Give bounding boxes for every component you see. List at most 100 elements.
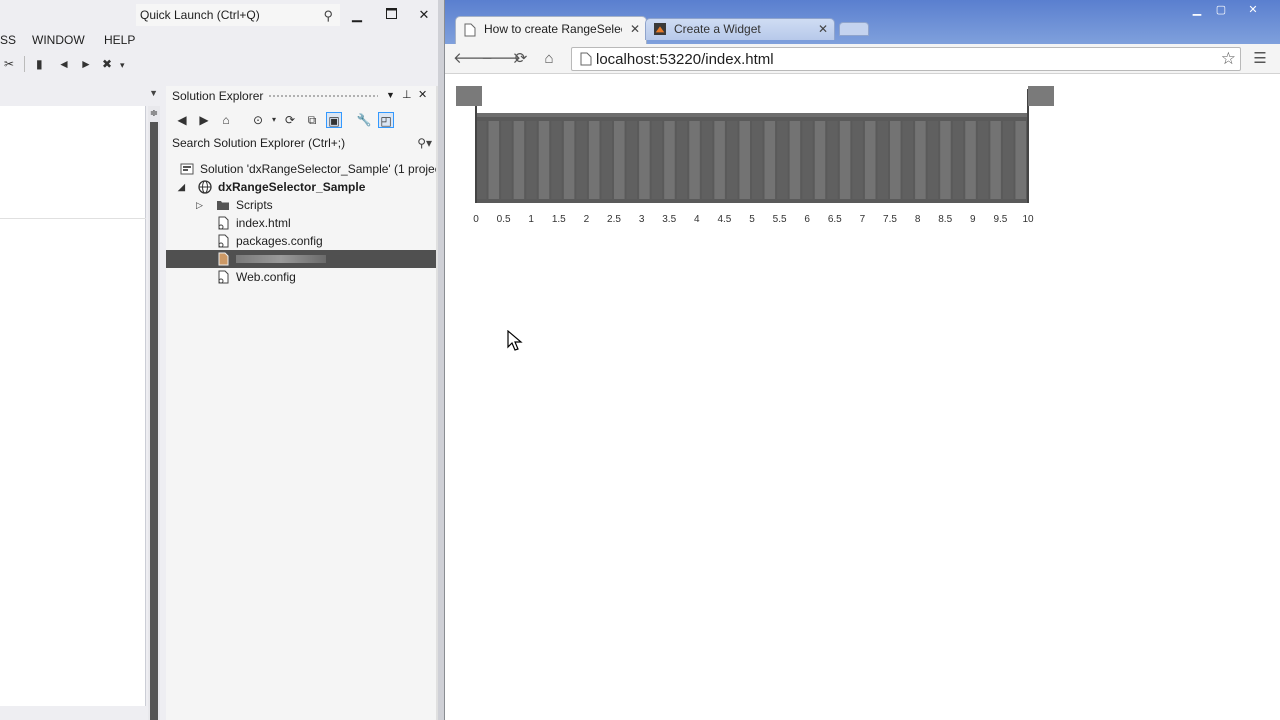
range-texture-stripe <box>576 121 587 199</box>
pending-changes-icon[interactable]: ⊙ <box>250 112 266 128</box>
home-button[interactable]: ⌂ <box>539 49 559 69</box>
back-icon[interactable]: ◀ <box>174 112 190 128</box>
new-tab-button[interactable] <box>839 22 869 36</box>
tree-item-index-html[interactable]: index.html <box>166 214 438 232</box>
quick-launch-input[interactable]: Quick Launch (Ctrl+Q) ⚲ <box>136 4 340 26</box>
home-icon[interactable]: ⌂ <box>218 112 234 128</box>
range-texture-stripe <box>789 121 801 199</box>
range-texture-stripe <box>726 121 738 199</box>
split-icon[interactable]: ≑ <box>148 108 160 120</box>
vs-toolbar: ✂ ▮ ◄ ► ✖ ▾ <box>0 52 440 78</box>
tree-item-selected-file[interactable] <box>166 250 438 268</box>
tree-item-project[interactable]: ◢ dxRangeSelector_Sample <box>166 178 438 196</box>
range-texture-stripe <box>664 121 675 199</box>
sync-icon[interactable]: ⟳ <box>282 112 298 128</box>
menu-item-process[interactable]: SS <box>0 33 16 47</box>
editor-document[interactable] <box>0 106 146 706</box>
vs-title-bar: Quick Launch (Ctrl+Q) ⚲ ▁ ✕ <box>0 0 440 30</box>
reload-button[interactable]: ⟳ <box>511 49 531 69</box>
range-texture-stripe <box>839 121 851 199</box>
minimize-button[interactable]: ▁ <box>346 4 368 26</box>
range-texture-stripe <box>852 121 863 199</box>
menu-item-window[interactable]: WINDOW <box>32 33 85 47</box>
close-icon[interactable]: ✕ <box>630 17 640 41</box>
chevron-down-icon[interactable]: ▼ <box>149 88 158 98</box>
tree-item-web-config[interactable]: Web.config <box>166 268 438 286</box>
range-texture-stripe <box>651 121 663 199</box>
maximize-button[interactable]: ▢ <box>1209 2 1233 18</box>
browser-toolbar: 🡐 🡒 ⟳ ⌂ localhost:53220/index.html ☆ ☰ <box>445 44 1280 74</box>
toolbar-overflow-icon[interactable]: ▾ <box>120 60 125 71</box>
close-icon[interactable]: ✕ <box>818 19 828 39</box>
range-texture-stripe <box>940 121 951 199</box>
expanded-arrow-icon[interactable]: ◢ <box>178 178 185 196</box>
tick-label: 6.5 <box>828 214 842 225</box>
tick-label: 3.5 <box>662 214 676 225</box>
close-button[interactable]: ✕ <box>413 4 435 26</box>
collapsed-arrow-icon[interactable]: ▷ <box>196 196 203 214</box>
solution-explorer-search-input[interactable]: Search Solution Explorer (Ctrl+;) ⚲▾ <box>168 134 436 154</box>
bookmark-star-icon[interactable]: ☆ <box>1221 49 1236 69</box>
next-bookmark-icon[interactable]: ► <box>80 57 92 71</box>
menu-item-help[interactable]: HELP <box>104 33 135 47</box>
forward-button[interactable]: 🡒 <box>481 49 521 69</box>
tick-label: 7 <box>860 214 866 225</box>
tree-item-solution[interactable]: Solution 'dxRangeSelector_Sample' (1 pro… <box>166 160 441 178</box>
range-texture-stripe <box>538 121 550 199</box>
range-texture-stripe <box>777 121 788 199</box>
quick-launch-placeholder: Quick Launch (Ctrl+Q) <box>140 8 260 22</box>
page-icon <box>580 52 592 66</box>
solution-explorer-title-bar: Solution Explorer ▼ ⊥ ✕ <box>166 86 438 106</box>
tick-label: 2.5 <box>607 214 621 225</box>
range-texture-stripe <box>977 121 989 199</box>
properties-icon[interactable]: 🔧 <box>356 112 372 128</box>
close-icon[interactable]: ✕ <box>418 88 427 101</box>
range-texture-stripe <box>501 121 512 199</box>
range-selector[interactable]: 0 0.5 1 1.5 2 2.5 3 3.5 4 4.5 5 5.5 6 6.5 7 7.5 8 8.5 9 9.5… <box>446 75 1280 275</box>
range-texture-stripe <box>965 121 976 199</box>
range-texture-stripe <box>814 121 826 199</box>
maximize-icon <box>385 8 397 19</box>
forward-icon[interactable]: ▶ <box>196 112 212 128</box>
search-placeholder: Search Solution Explorer (Ctrl+;) <box>172 136 346 150</box>
toolbar-separator <box>24 56 25 72</box>
tick-label: 10 <box>1022 214 1034 225</box>
tick-label: 4 <box>694 214 700 225</box>
range-texture-stripe <box>990 121 1001 199</box>
screen: Quick Launch (Ctrl+Q) ⚲ ▁ ✕ SS WINDOW HE… <box>0 0 1280 720</box>
tab-range-selector[interactable]: How to create RangeSelec ✕ <box>455 16 647 44</box>
clear-bookmarks-icon[interactable]: ✖ <box>102 57 112 71</box>
tab-create-widget[interactable]: Create a Widget ✕ <box>645 18 835 40</box>
close-button[interactable]: ✕ <box>1241 2 1265 18</box>
tick-label: 7.5 <box>883 214 897 225</box>
range-texture-stripe <box>601 121 612 199</box>
pin-icon[interactable]: ⊥ <box>402 88 412 101</box>
tree-item-label: index.html <box>236 216 291 230</box>
range-texture-stripe <box>927 121 939 199</box>
address-bar[interactable]: localhost:53220/index.html ☆ <box>571 47 1241 71</box>
tree-item-packages-config[interactable]: packages.config <box>166 232 438 250</box>
chevron-down-icon[interactable]: ▾ <box>266 112 282 128</box>
search-icon[interactable]: ⚲▾ <box>417 134 432 152</box>
chevron-down-icon[interactable]: ▼ <box>386 90 395 100</box>
minimize-button[interactable]: ▁ <box>1185 2 1209 18</box>
range-top-edge <box>476 113 1028 117</box>
prev-bookmark-icon[interactable]: ◄ <box>58 57 70 71</box>
config-file-icon <box>218 234 229 248</box>
bookmark-icon[interactable]: ▮ <box>36 57 43 71</box>
maximize-button[interactable] <box>380 4 402 26</box>
back-button[interactable]: 🡐 <box>453 49 493 69</box>
preview-selected-icon[interactable]: ◰ <box>378 112 394 128</box>
tick-label: 8.5 <box>938 214 952 225</box>
web-project-icon <box>198 180 212 194</box>
range-texture-stripe <box>802 121 813 199</box>
range-start-handle <box>456 86 482 106</box>
collapse-all-icon[interactable]: ⧉ <box>304 112 320 128</box>
menu-button[interactable]: ☰ <box>1251 50 1269 68</box>
show-all-files-icon[interactable]: ▣ <box>326 112 342 128</box>
scrollbar-thumb[interactable] <box>150 122 158 720</box>
tick-label: 9 <box>970 214 976 225</box>
toggle-breakpoint-icon[interactable]: ✂ <box>4 57 14 71</box>
tree-item-scripts[interactable]: ▷ Scripts <box>166 196 438 214</box>
tick-label: 4.5 <box>717 214 731 225</box>
